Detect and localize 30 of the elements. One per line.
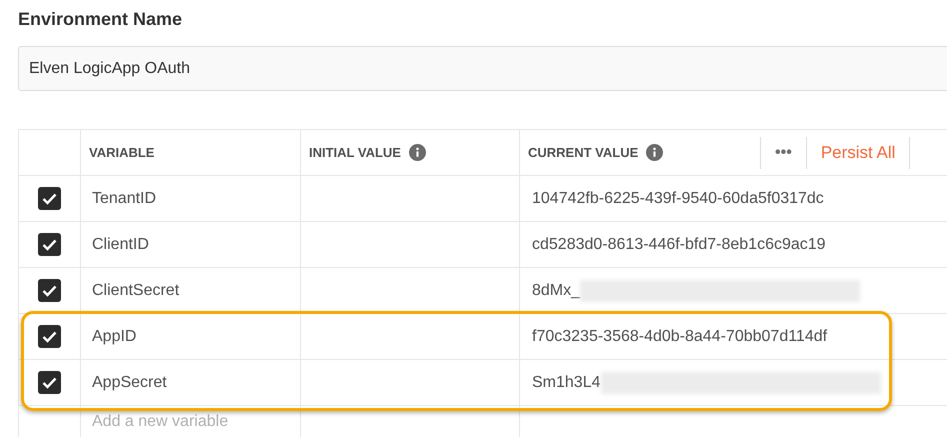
current-value: f70c3235-3568-4d0b-8a44-70bb07d114df	[532, 326, 828, 346]
checkmark-icon	[42, 330, 57, 342]
field-label: Environment Name	[18, 8, 184, 31]
checkbox[interactable]	[38, 325, 61, 348]
checkbox[interactable]	[38, 233, 61, 256]
checkbox[interactable]	[38, 279, 61, 302]
current-value: Sm1h3L4	[532, 372, 600, 392]
variable-name: AppSecret	[92, 372, 167, 392]
info-icon	[408, 144, 426, 161]
environment-name-field[interactable]: Elven LogicApp OAuth	[18, 46, 947, 91]
current-value: 8dMx_	[532, 280, 580, 300]
info-icon	[646, 144, 664, 161]
persist-all-link[interactable]: Persist All	[806, 140, 910, 166]
checkmark-icon	[42, 238, 57, 250]
more-button[interactable]: •••	[761, 140, 806, 164]
column-header: INITIAL VALUE	[309, 144, 401, 162]
variable-name: TenantID	[92, 188, 156, 208]
current-value: cd5283d0-8613-446f-bfd7-8eb1c6c9ac19	[532, 234, 826, 254]
variable-name: ClientID	[92, 234, 149, 254]
current-value: 104742fb-6225-439f-9540-60da5f0317dc	[532, 188, 824, 208]
checkmark-icon	[42, 192, 57, 204]
new-variable-field[interactable]: Add a new variable	[92, 410, 289, 434]
checkmark-icon	[42, 376, 57, 388]
variable-name: AppID	[92, 326, 136, 346]
variable-name: ClientSecret	[92, 280, 180, 300]
column-header: VARIABLE	[89, 144, 154, 162]
checkbox[interactable]	[38, 187, 61, 210]
checkbox[interactable]	[38, 371, 61, 394]
checkmark-icon	[42, 284, 57, 296]
column-header: CURRENT VALUE	[528, 144, 638, 162]
